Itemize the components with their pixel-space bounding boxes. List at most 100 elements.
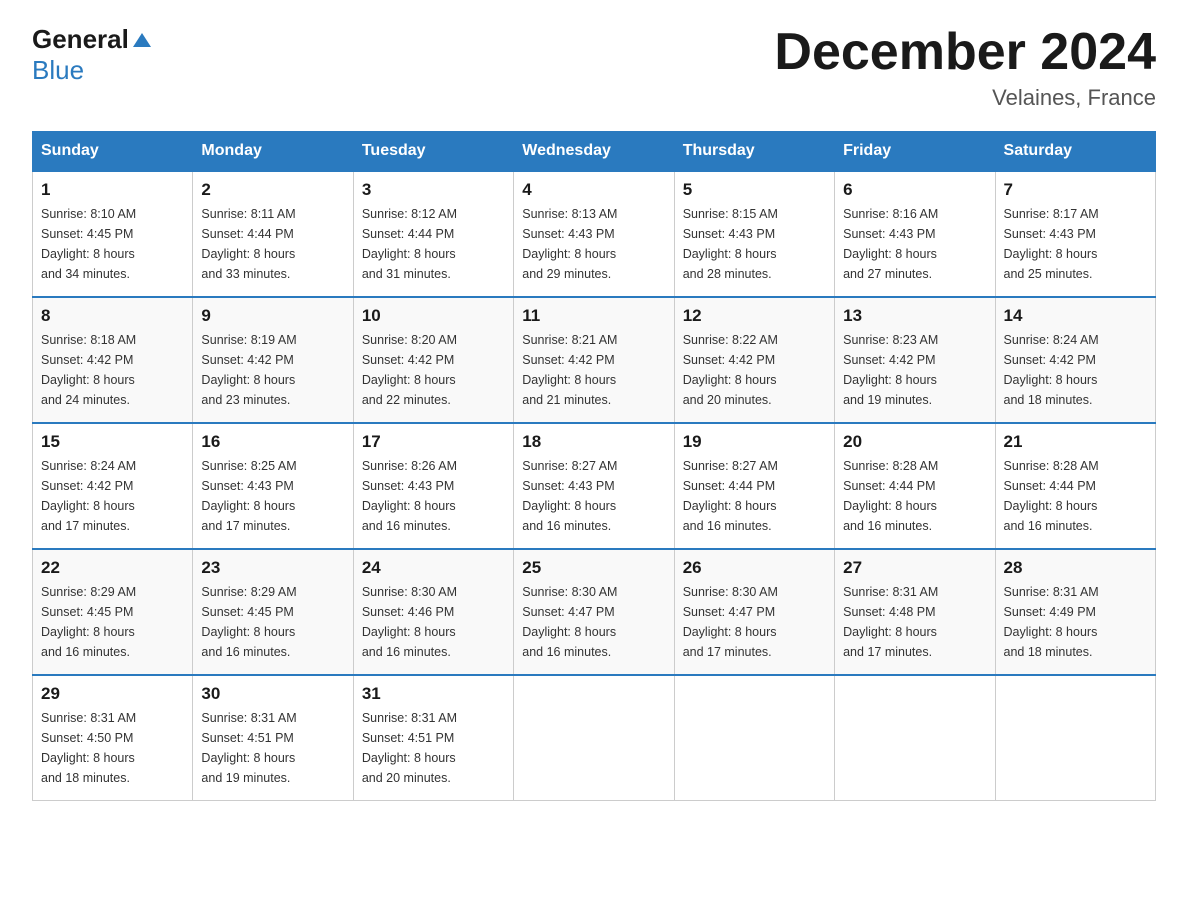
day-info: Sunrise: 8:18 AMSunset: 4:42 PMDaylight:…: [41, 330, 184, 410]
calendar-day-cell: 29 Sunrise: 8:31 AMSunset: 4:50 PMDayligh…: [33, 675, 193, 801]
header-monday: Monday: [193, 132, 353, 172]
header-sunday: Sunday: [33, 132, 193, 172]
calendar-day-cell: 31Sunrise: 8:31 AMSunset: 4:51 PMDayligh…: [353, 675, 513, 801]
day-info: Sunrise: 8:13 AMSunset: 4:43 PMDaylight:…: [522, 204, 665, 284]
day-info: Sunrise: 8:31 AMSunset: 4:51 PMDaylight:…: [201, 708, 344, 788]
calendar-day-cell: 11Sunrise: 8:21 AMSunset: 4:42 PMDayligh…: [514, 297, 674, 423]
day-info: Sunrise: 8:24 AMSunset: 4:42 PMDaylight:…: [1004, 330, 1147, 410]
day-number: 21: [1004, 432, 1147, 452]
calendar-day-cell: 2Sunrise: 8:11 AMSunset: 4:44 PMDaylight…: [193, 171, 353, 297]
calendar-empty-cell: [995, 675, 1155, 801]
day-number: 18: [522, 432, 665, 452]
logo-icon: [131, 29, 153, 51]
location: Velaines, France: [774, 85, 1156, 111]
calendar-day-cell: 12 Sunrise: 8:22 AMSunset: 4:42 PMDayligh…: [674, 297, 834, 423]
calendar-day-cell: 16 Sunrise: 8:25 AMSunset: 4:43 PMDayligh…: [193, 423, 353, 549]
logo-blue-text: Blue: [32, 55, 84, 86]
calendar-day-cell: 21 Sunrise: 8:28 AMSunset: 4:44 PMDayligh…: [995, 423, 1155, 549]
day-number: 3: [362, 180, 505, 200]
day-number: 14: [1004, 306, 1147, 326]
day-number: 15: [41, 432, 184, 452]
calendar-day-cell: 30 Sunrise: 8:31 AMSunset: 4:51 PMDayligh…: [193, 675, 353, 801]
calendar-day-cell: 10 Sunrise: 8:20 AMSunset: 4:42 PMDayligh…: [353, 297, 513, 423]
calendar-empty-cell: [835, 675, 995, 801]
day-info: Sunrise: 8:25 AMSunset: 4:43 PMDaylight:…: [201, 456, 344, 536]
day-info: Sunrise: 8:20 AMSunset: 4:42 PMDaylight:…: [362, 330, 505, 410]
calendar-day-cell: 14 Sunrise: 8:24 AMSunset: 4:42 PMDayligh…: [995, 297, 1155, 423]
day-number: 22: [41, 558, 184, 578]
day-number: 2: [201, 180, 344, 200]
calendar-empty-cell: [674, 675, 834, 801]
day-info: Sunrise: 8:16 AMSunset: 4:43 PMDaylight:…: [843, 204, 986, 284]
calendar-day-cell: 7 Sunrise: 8:17 AMSunset: 4:43 PMDaylight…: [995, 171, 1155, 297]
calendar-empty-cell: [514, 675, 674, 801]
calendar-week-row: 15 Sunrise: 8:24 AMSunset: 4:42 PMDayligh…: [33, 423, 1156, 549]
day-number: 29: [41, 684, 184, 704]
day-number: 7: [1004, 180, 1147, 200]
calendar-day-cell: 8Sunrise: 8:18 AMSunset: 4:42 PMDaylight…: [33, 297, 193, 423]
calendar-day-cell: 28 Sunrise: 8:31 AMSunset: 4:49 PMDayligh…: [995, 549, 1155, 675]
day-info: Sunrise: 8:31 AMSunset: 4:50 PMDaylight:…: [41, 708, 184, 788]
calendar-day-cell: 23Sunrise: 8:29 AMSunset: 4:45 PMDayligh…: [193, 549, 353, 675]
day-info: Sunrise: 8:24 AMSunset: 4:42 PMDaylight:…: [41, 456, 184, 536]
header-thursday: Thursday: [674, 132, 834, 172]
calendar-day-cell: 27 Sunrise: 8:31 AMSunset: 4:48 PMDayligh…: [835, 549, 995, 675]
day-number: 25: [522, 558, 665, 578]
calendar-day-cell: 9 Sunrise: 8:19 AMSunset: 4:42 PMDaylight…: [193, 297, 353, 423]
day-number: 24: [362, 558, 505, 578]
day-info: Sunrise: 8:17 AMSunset: 4:43 PMDaylight:…: [1004, 204, 1147, 284]
calendar-table: SundayMondayTuesdayWednesdayThursdayFrid…: [32, 131, 1156, 801]
day-info: Sunrise: 8:29 AMSunset: 4:45 PMDaylight:…: [41, 582, 184, 662]
calendar-week-row: 22 Sunrise: 8:29 AMSunset: 4:45 PMDayligh…: [33, 549, 1156, 675]
day-info: Sunrise: 8:12 AMSunset: 4:44 PMDaylight:…: [362, 204, 505, 284]
day-number: 17: [362, 432, 505, 452]
day-number: 4: [522, 180, 665, 200]
header-saturday: Saturday: [995, 132, 1155, 172]
day-number: 11: [522, 306, 665, 326]
calendar-day-cell: 26Sunrise: 8:30 AMSunset: 4:47 PMDayligh…: [674, 549, 834, 675]
day-number: 1: [41, 180, 184, 200]
day-number: 6: [843, 180, 986, 200]
calendar-week-row: 1 Sunrise: 8:10 AMSunset: 4:45 PMDaylight…: [33, 171, 1156, 297]
page-header: General Blue December 2024 Velaines, Fra…: [32, 24, 1156, 111]
day-number: 28: [1004, 558, 1147, 578]
calendar-day-cell: 18 Sunrise: 8:27 AMSunset: 4:43 PMDayligh…: [514, 423, 674, 549]
calendar-day-cell: 15 Sunrise: 8:24 AMSunset: 4:42 PMDayligh…: [33, 423, 193, 549]
day-number: 23: [201, 558, 344, 578]
day-info: Sunrise: 8:31 AMSunset: 4:48 PMDaylight:…: [843, 582, 986, 662]
day-number: 30: [201, 684, 344, 704]
day-info: Sunrise: 8:30 AMSunset: 4:47 PMDaylight:…: [683, 582, 826, 662]
day-info: Sunrise: 8:23 AMSunset: 4:42 PMDaylight:…: [843, 330, 986, 410]
logo: General Blue: [32, 24, 153, 86]
day-number: 12: [683, 306, 826, 326]
title-block: December 2024 Velaines, France: [774, 24, 1156, 111]
day-info: Sunrise: 8:19 AMSunset: 4:42 PMDaylight:…: [201, 330, 344, 410]
day-info: Sunrise: 8:30 AMSunset: 4:47 PMDaylight:…: [522, 582, 665, 662]
day-info: Sunrise: 8:27 AMSunset: 4:44 PMDaylight:…: [683, 456, 826, 536]
day-info: Sunrise: 8:10 AMSunset: 4:45 PMDaylight:…: [41, 204, 184, 284]
calendar-day-cell: 3 Sunrise: 8:12 AMSunset: 4:44 PMDaylight…: [353, 171, 513, 297]
calendar-week-row: 8Sunrise: 8:18 AMSunset: 4:42 PMDaylight…: [33, 297, 1156, 423]
day-info: Sunrise: 8:28 AMSunset: 4:44 PMDaylight:…: [1004, 456, 1147, 536]
day-info: Sunrise: 8:15 AMSunset: 4:43 PMDaylight:…: [683, 204, 826, 284]
calendar-day-cell: 20Sunrise: 8:28 AMSunset: 4:44 PMDayligh…: [835, 423, 995, 549]
day-number: 16: [201, 432, 344, 452]
day-info: Sunrise: 8:27 AMSunset: 4:43 PMDaylight:…: [522, 456, 665, 536]
day-info: Sunrise: 8:26 AMSunset: 4:43 PMDaylight:…: [362, 456, 505, 536]
day-info: Sunrise: 8:31 AMSunset: 4:49 PMDaylight:…: [1004, 582, 1147, 662]
header-friday: Friday: [835, 132, 995, 172]
calendar-day-cell: 19 Sunrise: 8:27 AMSunset: 4:44 PMDayligh…: [674, 423, 834, 549]
calendar-day-cell: 5 Sunrise: 8:15 AMSunset: 4:43 PMDaylight…: [674, 171, 834, 297]
day-number: 10: [362, 306, 505, 326]
day-info: Sunrise: 8:22 AMSunset: 4:42 PMDaylight:…: [683, 330, 826, 410]
calendar-day-cell: 25 Sunrise: 8:30 AMSunset: 4:47 PMDayligh…: [514, 549, 674, 675]
calendar-day-cell: 4 Sunrise: 8:13 AMSunset: 4:43 PMDaylight…: [514, 171, 674, 297]
day-info: Sunrise: 8:30 AMSunset: 4:46 PMDaylight:…: [362, 582, 505, 662]
day-number: 31: [362, 684, 505, 704]
logo-general-text: General: [32, 24, 129, 55]
day-number: 27: [843, 558, 986, 578]
day-number: 9: [201, 306, 344, 326]
day-number: 5: [683, 180, 826, 200]
day-number: 19: [683, 432, 826, 452]
calendar-day-cell: 17 Sunrise: 8:26 AMSunset: 4:43 PMDayligh…: [353, 423, 513, 549]
